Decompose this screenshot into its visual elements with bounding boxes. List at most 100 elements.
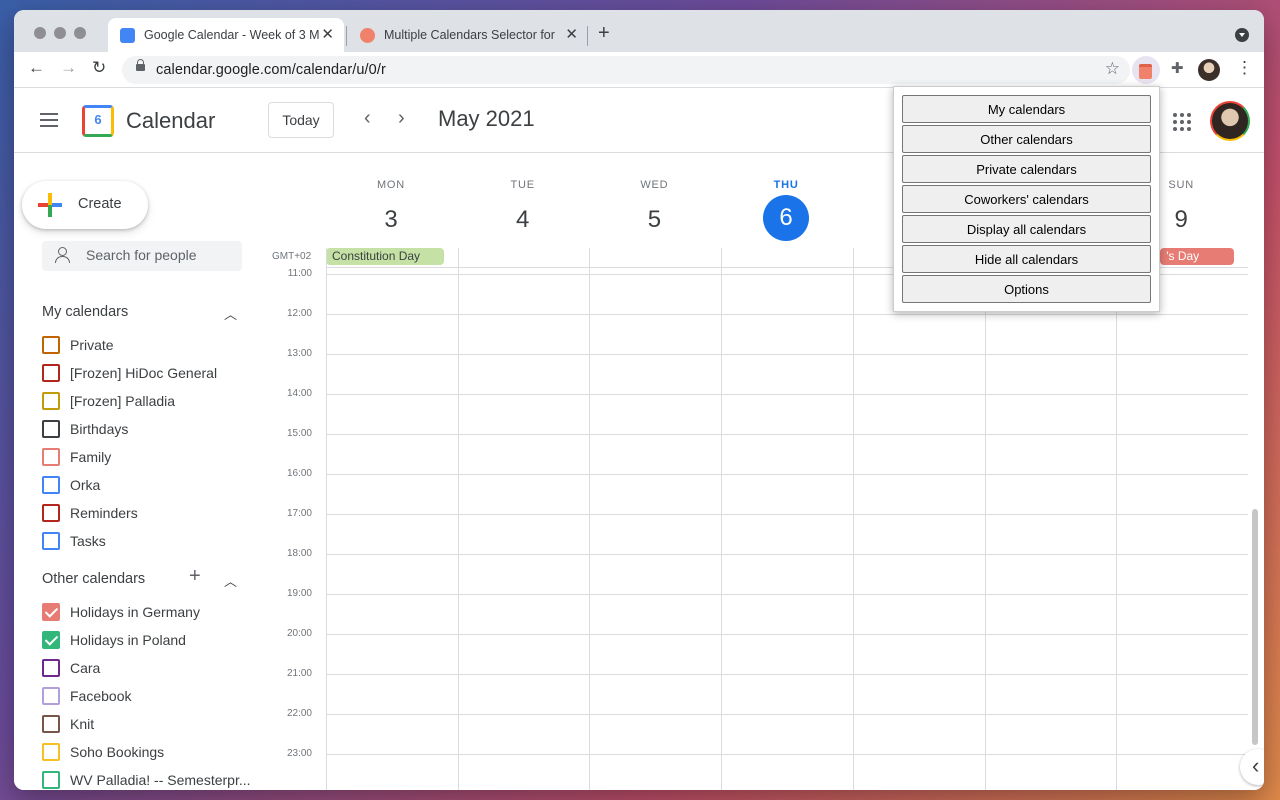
minimize-window-button[interactable]: [54, 27, 66, 39]
day-header-wed[interactable]: WED 5: [589, 179, 719, 243]
calendar-checkbox[interactable]: [42, 336, 60, 354]
hour-gridline: [326, 634, 1248, 635]
hour-gridline: [326, 474, 1248, 475]
calendar-checkbox[interactable]: [42, 631, 60, 649]
calendar-checkbox[interactable]: [42, 420, 60, 438]
day-number[interactable]: 6: [763, 195, 810, 241]
calendar-checkbox[interactable]: [42, 476, 60, 494]
calendar-label: Reminders: [70, 505, 138, 521]
close-tab-icon[interactable]: ✕: [321, 25, 334, 43]
calendar-checkbox[interactable]: [42, 532, 60, 550]
popup-option-button[interactable]: Display all calendars: [902, 215, 1151, 243]
day-name: WED: [640, 179, 669, 191]
day-name: TUE: [510, 179, 535, 191]
back-arrow-icon[interactable]: ←: [28, 58, 45, 78]
hour-gridline: [326, 674, 1248, 675]
star-icon[interactable]: ☆: [1105, 59, 1120, 79]
calendar-checkbox[interactable]: [42, 743, 60, 761]
popup-option-button[interactable]: Hide all calendars: [902, 245, 1151, 273]
add-other-calendar-icon[interactable]: +: [189, 565, 201, 588]
popup-option-button[interactable]: Other calendars: [902, 125, 1151, 153]
calendar-label: Soho Bookings: [70, 744, 165, 760]
day-header-tue[interactable]: TUE 4: [458, 179, 588, 243]
maximize-window-button[interactable]: [74, 27, 86, 39]
new-tab-plus-icon[interactable]: +: [598, 22, 610, 45]
hour-label: 16:00: [286, 468, 312, 479]
create-button[interactable]: Create: [22, 181, 148, 229]
close-tab-icon[interactable]: ✕: [565, 25, 578, 43]
collapse-my-calendars-icon[interactable]: ︿: [224, 304, 237, 323]
other-calendars-header[interactable]: Other calendars: [42, 571, 145, 587]
day-number[interactable]: 4: [458, 197, 588, 243]
hour-label: 22:00: [286, 708, 312, 719]
extension-popup: My calendars Other calendars Private calen…: [893, 86, 1160, 312]
hour-label: 19:00: [286, 588, 312, 599]
day-column-divider: [457, 248, 459, 790]
my-calendars-header[interactable]: My calendars: [42, 304, 128, 320]
extensions-puzzle-icon[interactable]: [1164, 56, 1192, 84]
app-title: Calendar: [126, 108, 216, 133]
hour-label: 14:00: [286, 388, 312, 399]
tab-google-calendar[interactable]: Google Calendar - Week of 3 May ✕: [108, 18, 344, 52]
calendar-checkbox[interactable]: [42, 364, 60, 382]
google-apps-icon[interactable]: [1173, 113, 1191, 131]
day-column-divider: [326, 248, 327, 790]
day-column-divider: [1116, 248, 1118, 790]
url-text[interactable]: calendar.google.com/calendar/u/0/r: [156, 62, 386, 78]
tab-multiple-calendars-selector[interactable]: Multiple Calendars Selector for ✕: [348, 18, 588, 52]
hour-label: 12:00: [286, 308, 312, 319]
hour-label: 20:00: [286, 628, 312, 639]
today-button[interactable]: Today: [268, 102, 334, 138]
calendar-checkbox[interactable]: [42, 603, 60, 621]
calendar-checkbox[interactable]: [42, 715, 60, 733]
popup-option-button[interactable]: Private calendars: [902, 155, 1151, 183]
side-panel-toggle-icon[interactable]: [1240, 749, 1264, 785]
people-icon: [54, 246, 70, 263]
popup-option-button[interactable]: My calendars: [902, 95, 1151, 123]
next-week-icon[interactable]: ›: [398, 107, 405, 130]
popup-option-button[interactable]: Coworkers' calendars: [902, 185, 1151, 213]
collapse-other-calendars-icon[interactable]: ︿: [224, 571, 237, 590]
previous-week-icon[interactable]: ‹: [364, 107, 371, 130]
calendar-checkbox[interactable]: [42, 659, 60, 677]
all-day-event[interactable]: Constitution Day: [326, 248, 444, 265]
calendar-label: Facebook: [70, 688, 132, 704]
kebab-menu-icon[interactable]: ⋮: [1236, 58, 1253, 78]
hour-label: 17:00: [286, 508, 312, 519]
popup-option-button[interactable]: Options: [902, 275, 1151, 303]
day-number[interactable]: 5: [589, 197, 719, 243]
forward-arrow-icon[interactable]: →: [60, 58, 77, 78]
calendar-label: Birthdays: [70, 421, 129, 437]
hour-gridline: [326, 714, 1248, 715]
calendar-checkbox[interactable]: [42, 687, 60, 705]
day-name: THU: [773, 179, 799, 191]
timezone-label: GMT+02: [272, 251, 312, 262]
grid-scrollbar[interactable]: [1252, 509, 1258, 745]
profile-avatar[interactable]: [1198, 59, 1220, 81]
calendar-extension-icon[interactable]: [1132, 56, 1160, 84]
reload-icon[interactable]: ↻: [92, 58, 106, 78]
hour-label: 13:00: [286, 348, 312, 359]
account-avatar[interactable]: [1210, 101, 1250, 141]
day-column-divider: [589, 248, 591, 790]
hour-label: 23:00: [286, 748, 312, 759]
close-window-button[interactable]: [34, 27, 46, 39]
address-bar[interactable]: calendar.google.com/calendar/u/0/r ☆: [122, 56, 1130, 84]
search-people-input[interactable]: Search for people: [42, 241, 242, 271]
calendar-checkbox[interactable]: [42, 504, 60, 522]
tab-search-icon[interactable]: [1235, 28, 1249, 42]
calendar-checkbox[interactable]: [42, 392, 60, 410]
calendar-label: Family: [70, 449, 112, 465]
day-header-thu[interactable]: THU 6: [721, 179, 851, 241]
extension-favicon-icon: [360, 28, 375, 43]
calendar-checkbox[interactable]: [42, 448, 60, 466]
day-number[interactable]: 3: [326, 197, 456, 243]
all-day-event[interactable]: 's Day: [1160, 248, 1234, 265]
hour-label: 15:00: [286, 428, 312, 439]
calendar-checkbox[interactable]: [42, 771, 60, 789]
google-calendar-logo: 6: [82, 105, 114, 137]
day-header-mon[interactable]: MON 3: [326, 179, 456, 243]
calendar-label: Holidays in Poland: [70, 632, 186, 648]
main-menu-icon[interactable]: [40, 113, 58, 127]
plus-icon: [38, 193, 62, 217]
